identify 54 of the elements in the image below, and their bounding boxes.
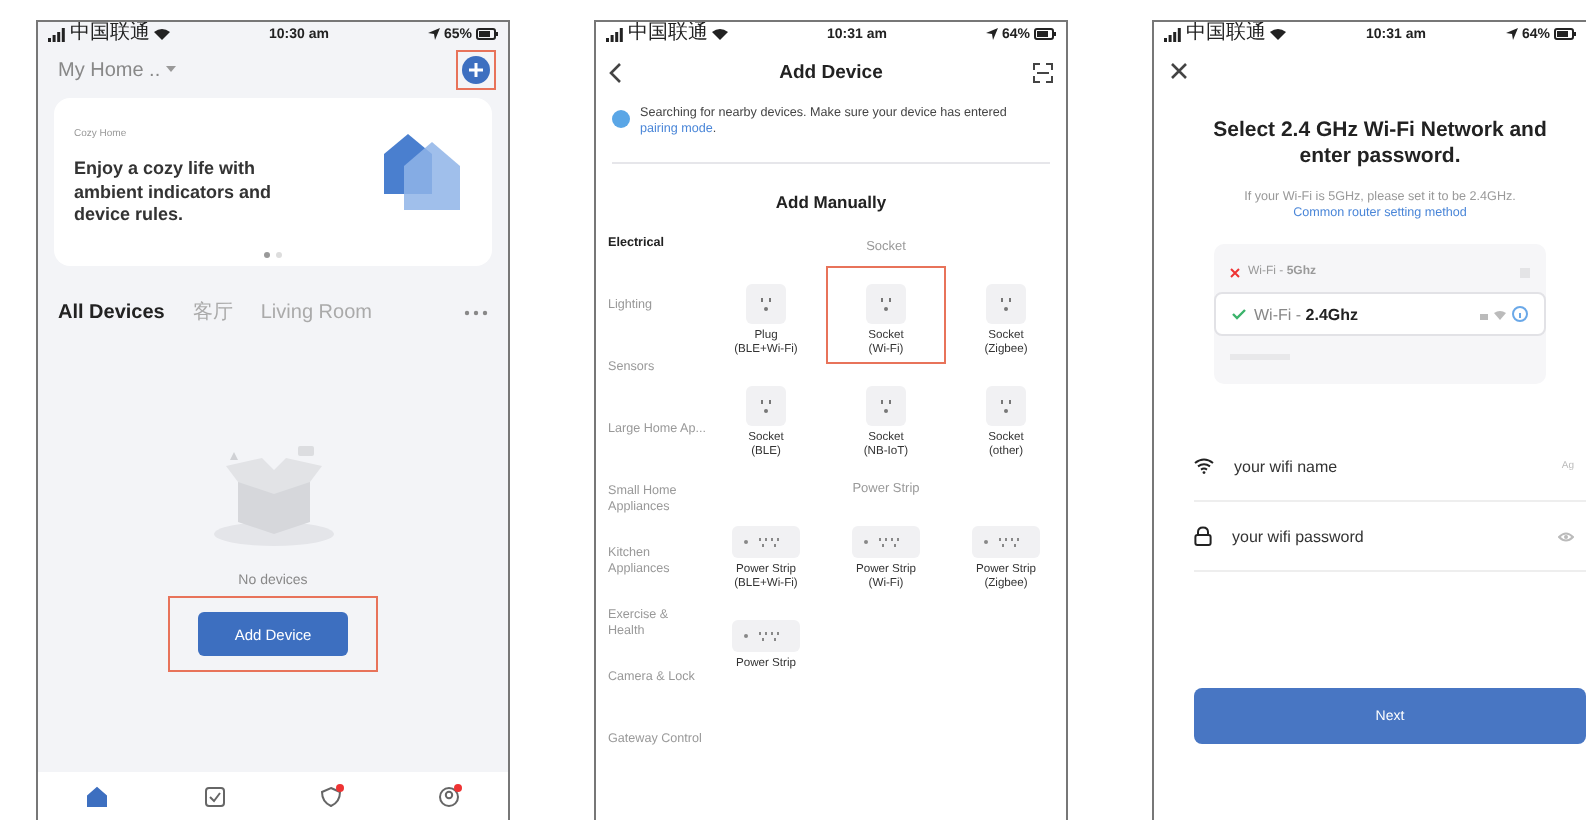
location-icon (985, 28, 998, 40)
tab-bar-item[interactable] (203, 785, 226, 807)
page-dots-icon (263, 252, 283, 258)
wifi-icon (1194, 458, 1214, 474)
socket-icon (866, 284, 906, 324)
power-strip-icon (732, 526, 800, 558)
home-icon (85, 785, 108, 807)
section-title: Add Manually (773, 190, 889, 216)
checkbox-icon (203, 785, 226, 807)
shield-icon (320, 785, 343, 807)
location-icon (427, 28, 440, 40)
socket-icon (746, 386, 786, 426)
more-icon[interactable] (464, 309, 488, 315)
battery-icon (1553, 28, 1576, 40)
network-name: Wi-Fi - 2.4Ghz (1254, 305, 1358, 323)
carrier-name: 中国联通 (628, 22, 708, 46)
socket-icon (866, 386, 906, 426)
power-strip-icon (972, 526, 1040, 558)
carrier-name: 中国联通 (70, 22, 150, 46)
caret-icon (166, 66, 177, 74)
back-icon[interactable] (608, 61, 622, 83)
screen-title: Select 2.4 GHz Wi-Fi Network and enter password. (1211, 118, 1549, 170)
socket-icon (746, 284, 786, 324)
power-strip-icon (732, 620, 800, 652)
screen-title: Add Device (777, 61, 885, 83)
home-selector[interactable]: My Home .. (58, 59, 161, 81)
lock-icon (1194, 526, 1212, 546)
info-icon (1512, 306, 1528, 322)
tab-bar-item[interactable] (320, 785, 343, 807)
room-tab[interactable]: All Devices (58, 301, 165, 323)
socket-icon (986, 284, 1026, 324)
banner-text: Enjoy a cozy life with ambient indicators and device rules. (74, 158, 274, 227)
wifi-input-field[interactable]: your wifi password (1228, 525, 1542, 547)
close-icon[interactable] (1170, 61, 1188, 79)
wifi-icon (154, 28, 170, 40)
location-icon (1505, 28, 1518, 40)
wifi-icon (1270, 28, 1286, 40)
battery-icon (475, 28, 498, 40)
empty-box-drawing (209, 446, 337, 546)
wifi-icon (1494, 309, 1506, 319)
check-icon (1232, 308, 1246, 320)
tab-bar-item[interactable] (85, 785, 108, 807)
power-strip-icon (852, 526, 920, 558)
wifi-input-field[interactable]: your wifi name (1230, 455, 1546, 477)
cross-icon (1230, 267, 1240, 277)
lock-icon (1480, 309, 1488, 319)
radar-icon (612, 110, 630, 128)
wifi-icon (712, 28, 728, 40)
carrier-name: 中国联通 (1186, 22, 1266, 46)
battery-icon (1033, 28, 1056, 40)
tab-bar-item[interactable] (438, 785, 461, 807)
scan-icon[interactable] (1032, 61, 1054, 83)
profile-icon (438, 785, 461, 807)
socket-icon (986, 386, 1026, 426)
